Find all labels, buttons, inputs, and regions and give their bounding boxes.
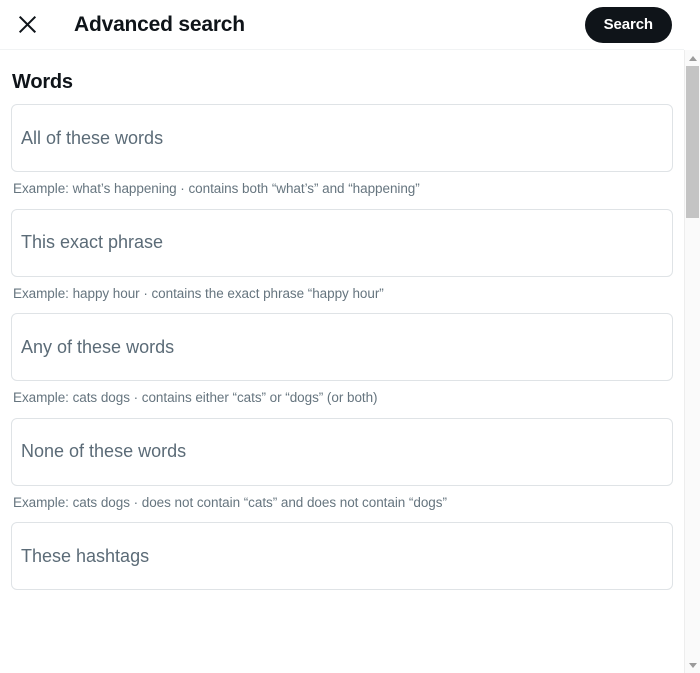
all-of-these-words-input[interactable]: [21, 127, 663, 149]
field-group-any-of-these-words: Example: cats dogs · contains either “ca…: [11, 313, 673, 407]
field-box[interactable]: [11, 208, 673, 277]
this-exact-phrase-input[interactable]: [21, 232, 663, 254]
dialog-header: Advanced search Search: [0, 0, 684, 50]
page-title: Advanced search: [74, 13, 245, 36]
dialog-content: Words Example: what’s happening · contai…: [0, 50, 684, 673]
fields-list: Example: what’s happening · contains bot…: [0, 104, 684, 591]
any-of-these-words-input[interactable]: [21, 336, 663, 358]
scroll-up-button[interactable]: [685, 50, 700, 66]
section-title-words: Words: [12, 71, 73, 93]
field-group-this-exact-phrase: Example: happy hour · contains the exact…: [11, 208, 673, 303]
none-of-these-words-input[interactable]: [21, 441, 663, 463]
field-box[interactable]: [11, 313, 673, 382]
close-button[interactable]: [10, 8, 44, 42]
scrollbar-track[interactable]: [685, 66, 700, 657]
field-box[interactable]: [11, 104, 673, 172]
triangle-down-icon: [688, 662, 697, 668]
field-box[interactable]: [11, 522, 673, 591]
field-hint: Example: cats dogs · contains either “ca…: [13, 390, 378, 406]
advanced-search-dialog: Advanced search Search Words Example: wh…: [0, 0, 684, 673]
triangle-up-icon: [688, 55, 697, 61]
field-group-all-of-these-words: Example: what’s happening · contains bot…: [11, 104, 673, 198]
field-group-these-hashtags: [11, 522, 673, 591]
field-hint: Example: what’s happening · contains bot…: [13, 181, 420, 196]
search-button[interactable]: Search: [584, 6, 672, 43]
field-box[interactable]: [11, 417, 673, 486]
field-group-none-of-these-words: Example: cats dogs · does not contain “c…: [11, 417, 673, 512]
field-hint: Example: happy hour · contains the exact…: [13, 285, 384, 301]
close-icon: [18, 15, 37, 34]
these-hashtags-input[interactable]: [21, 545, 663, 567]
field-hint: Example: cats dogs · does not contain “c…: [13, 494, 447, 510]
scrollbar-thumb[interactable]: [686, 66, 699, 218]
vertical-scrollbar[interactable]: [684, 50, 700, 673]
scroll-down-button[interactable]: [685, 657, 700, 673]
